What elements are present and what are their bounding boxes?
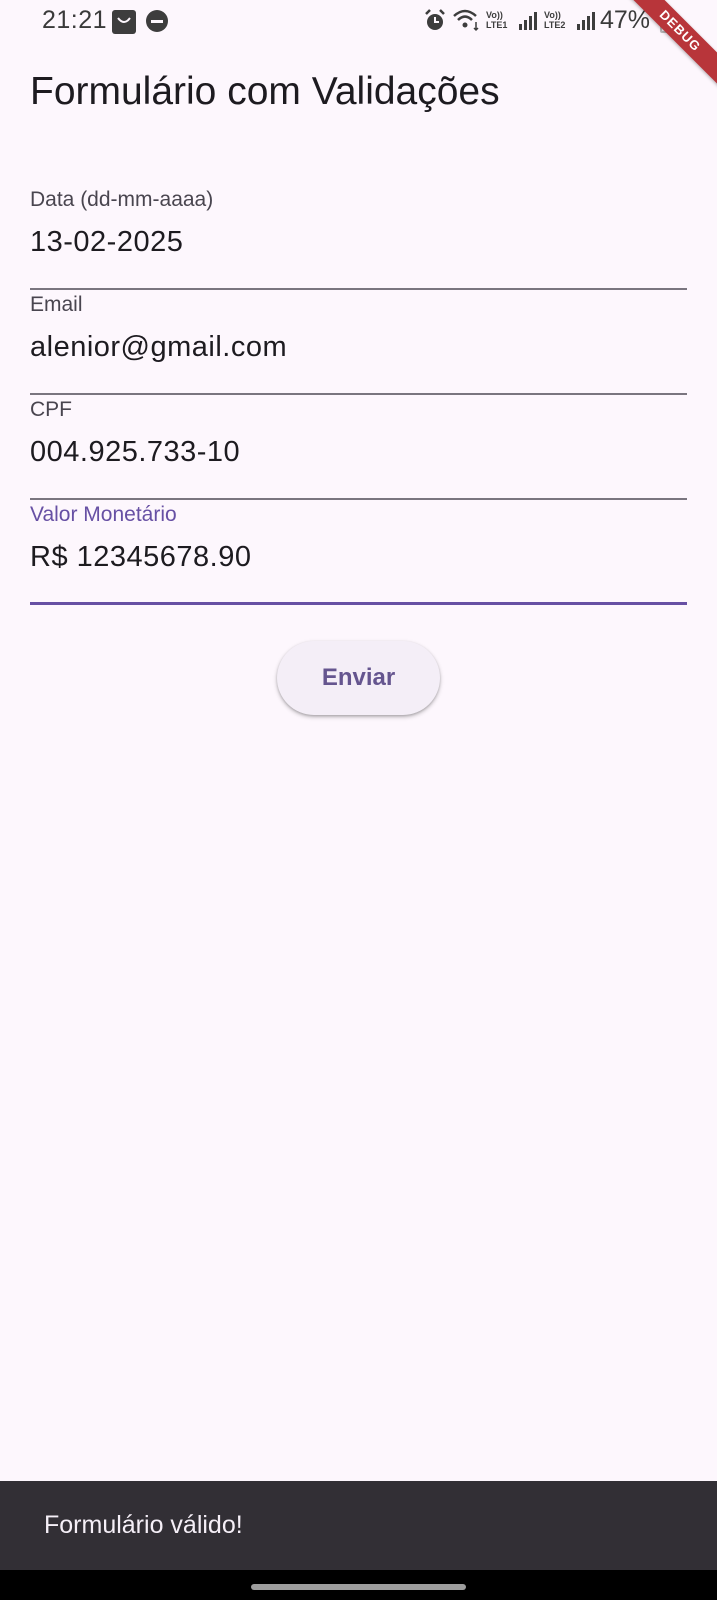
shopping-bag-icon [112, 10, 136, 34]
snackbar-message: Formulário válido! [44, 1511, 243, 1539]
cpf-field-label: CPF [30, 398, 72, 421]
wifi-icon [452, 8, 482, 37]
cpf-field[interactable]: CPF 004.925.733-10 [30, 398, 687, 500]
navigation-bar [0, 1570, 717, 1600]
currency-field-label: Valor Monetário [30, 503, 177, 526]
page-title: Formulário com Validações [30, 70, 500, 113]
volte1-top-text: Vo)) [486, 10, 503, 20]
currency-field-underline [30, 602, 687, 605]
cpf-field-underline [30, 498, 687, 500]
email-field-underline [30, 393, 687, 395]
date-field-underline [30, 288, 687, 290]
volte1-bottom-text: LTE1 [486, 20, 508, 30]
date-field[interactable]: Data (dd-mm-aaaa) 13-02-2025 [30, 188, 687, 290]
volte2-top-text: Vo)) [544, 10, 561, 20]
alarm-icon [424, 9, 446, 38]
submit-button[interactable]: Enviar [277, 641, 440, 715]
currency-field[interactable]: Valor Monetário R$ 12345678.90 [30, 503, 687, 605]
currency-field-value[interactable]: R$ 12345678.90 [30, 541, 251, 574]
date-field-value[interactable]: 13-02-2025 [30, 226, 183, 259]
volte-lte1-icon: Vo)) LTE1 [486, 10, 507, 30]
snackbar: Formulário válido! [0, 1481, 717, 1570]
do-not-disturb-icon [146, 10, 168, 32]
email-field-label: Email [30, 293, 83, 316]
home-indicator[interactable] [251, 1584, 466, 1590]
status-time: 21:21 [42, 6, 108, 34]
date-field-label: Data (dd-mm-aaaa) [30, 188, 214, 211]
signal-strength-2-icon [576, 12, 596, 35]
email-field-value[interactable]: alenior@gmail.com [30, 331, 287, 364]
battery-percentage: 47% [600, 6, 651, 34]
volte2-bottom-text: LTE2 [544, 20, 566, 30]
status-bar: 21:21 Vo)) LTE1 Vo)) LTE2 47% [0, 0, 717, 44]
signal-strength-1-icon [518, 12, 538, 35]
email-field[interactable]: Email alenior@gmail.com [30, 293, 687, 395]
volte-lte2-icon: Vo)) LTE2 [544, 10, 565, 30]
cpf-field-value[interactable]: 004.925.733-10 [30, 436, 240, 469]
